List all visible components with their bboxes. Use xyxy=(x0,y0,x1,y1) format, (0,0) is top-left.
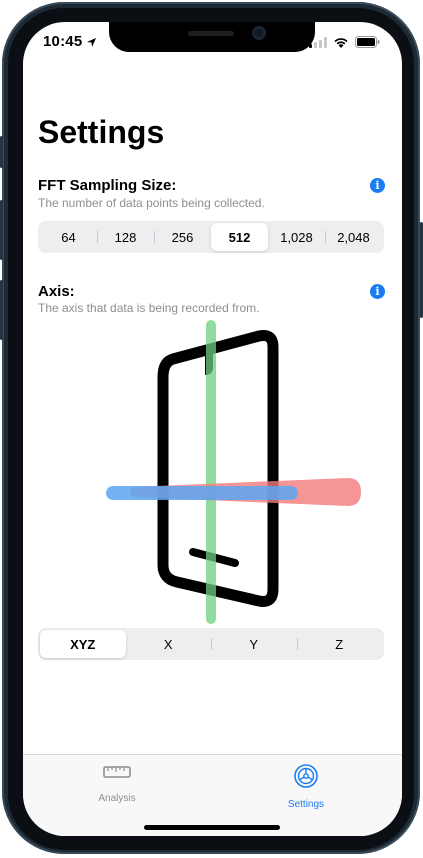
axis-info-icon[interactable]: i xyxy=(370,284,385,299)
screen: 10:45 Settings FFT Sampling Size: i The … xyxy=(23,22,402,836)
phone-outline-icon xyxy=(157,330,279,607)
tab-settings-label: Settings xyxy=(287,799,325,810)
home-indicator[interactable] xyxy=(144,825,280,830)
axis-section-description: The axis that data is being recorded fro… xyxy=(38,301,260,315)
cellular-signal-icon xyxy=(309,35,327,53)
axis-segmented-control: XYZ X Y Z xyxy=(38,628,384,660)
notch xyxy=(109,22,315,52)
tab-bar: Analysis Settings xyxy=(23,754,402,836)
axis-option-z[interactable]: Z xyxy=(296,630,383,658)
volume-down-button xyxy=(0,280,3,340)
fft-option-128[interactable]: 128 xyxy=(97,223,154,251)
axis-section-label: Axis: xyxy=(38,283,75,300)
y-axis-bar xyxy=(206,320,216,624)
fft-info-icon[interactable]: i xyxy=(370,178,385,193)
device: 10:45 Settings FFT Sampling Size: i The … xyxy=(0,0,423,858)
axis-option-x[interactable]: X xyxy=(126,630,212,658)
fft-option-256[interactable]: 256 xyxy=(154,223,211,251)
z-axis-bar xyxy=(106,486,298,500)
fft-option-1028[interactable]: 1,028 xyxy=(268,223,325,251)
tab-analysis-label: Analysis xyxy=(98,793,136,804)
battery-icon xyxy=(355,35,380,53)
axis-option-y[interactable]: Y xyxy=(211,630,297,658)
ruler-icon xyxy=(103,763,131,788)
mute-switch xyxy=(0,136,3,168)
fft-option-512[interactable]: 512 xyxy=(211,223,268,251)
tab-settings[interactable]: Settings xyxy=(256,763,356,810)
axis-option-xyz[interactable]: XYZ xyxy=(40,630,126,658)
axis-illustration xyxy=(106,320,361,624)
speaker xyxy=(188,31,234,36)
front-camera xyxy=(252,26,266,40)
gear-icon xyxy=(293,763,319,794)
location-arrow-icon xyxy=(86,35,97,53)
tab-analysis[interactable]: Analysis xyxy=(67,763,167,804)
status-icons xyxy=(309,35,380,53)
fft-option-64[interactable]: 64 xyxy=(40,223,97,251)
wifi-icon xyxy=(333,35,349,53)
fft-option-2048[interactable]: 2,048 xyxy=(325,223,382,251)
fft-section-label: FFT Sampling Size: xyxy=(38,177,177,194)
page-title: Settings xyxy=(38,114,165,150)
fft-section-description: The number of data points being collecte… xyxy=(38,196,265,210)
volume-up-button xyxy=(0,200,3,260)
status-time: 10:45 xyxy=(43,33,83,50)
fft-size-segmented-control: 64 128 256 512 1,028 2,048 xyxy=(38,221,384,253)
